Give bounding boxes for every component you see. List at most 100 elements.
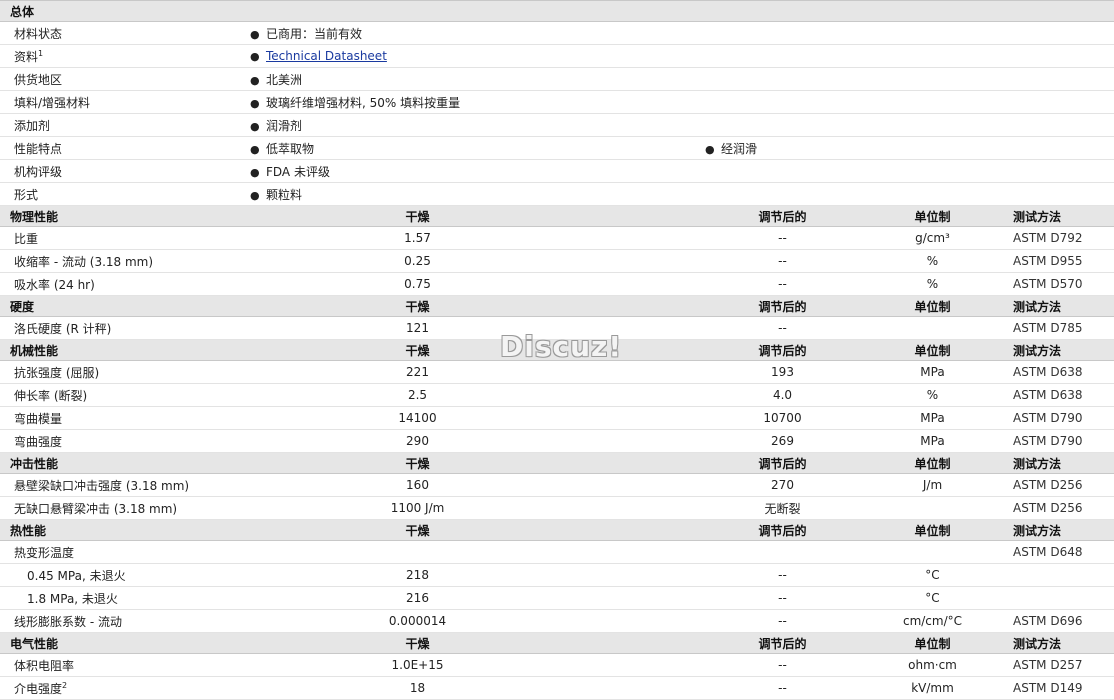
property-row: 热变形温度 ASTM D648 bbox=[0, 540, 1114, 564]
test-method: ASTM D790 bbox=[1005, 406, 1114, 430]
property-label-text: 性能特点 bbox=[14, 141, 63, 156]
conditioned-value: -- bbox=[705, 249, 860, 273]
dry-value: 0.000014 bbox=[250, 609, 585, 633]
property-label: 无缺口悬臂梁冲击 (3.18 mm) bbox=[0, 496, 250, 520]
test-method: ASTM D638 bbox=[1005, 383, 1114, 407]
property-label-text: 形式 bbox=[14, 187, 39, 202]
property-label: 弯曲强度 bbox=[0, 429, 250, 453]
property-value-text: 润滑剂 bbox=[266, 118, 303, 133]
test-method: ASTM D955 bbox=[1005, 249, 1114, 273]
unit-value: kV/mm bbox=[860, 676, 1005, 700]
column-header-conditioned: 调节后的 bbox=[705, 205, 860, 227]
general-row: 填料/增强材料 ● 玻璃纤维增强材料, 50% 填料按重量 bbox=[0, 90, 1114, 114]
column-header-conditioned: 调节后的 bbox=[705, 519, 860, 541]
dry-value: 0.75 bbox=[250, 272, 585, 296]
dry-value: 0.25 bbox=[250, 249, 585, 273]
property-row: 抗张强度 (屈服) 221 193 MPa ASTM D638 bbox=[0, 360, 1114, 384]
general-row: 材料状态 ● 已商用：当前有效 bbox=[0, 21, 1114, 45]
property-label-text: 材料状态 bbox=[14, 26, 63, 41]
test-method: ASTM D792 bbox=[1005, 226, 1114, 250]
spacer bbox=[585, 429, 705, 453]
bullet-icon: ● bbox=[250, 27, 260, 41]
spacer bbox=[585, 496, 705, 520]
column-header-conditioned: 调节后的 bbox=[705, 295, 860, 317]
section-header: 热性能 干燥 调节后的 单位制 测试方法 bbox=[0, 519, 1114, 541]
property-value: ● 玻璃纤维增强材料, 50% 填料按重量 bbox=[250, 90, 1114, 114]
unit-value: °C bbox=[860, 563, 1005, 587]
property-label: 比重 bbox=[0, 226, 250, 250]
unit-value: MPa bbox=[860, 360, 1005, 384]
technical-datasheet-link[interactable]: Technical Datasheet bbox=[266, 49, 387, 63]
unit-value: MPa bbox=[860, 406, 1005, 430]
column-header-method: 测试方法 bbox=[1005, 205, 1114, 227]
spacer bbox=[585, 676, 705, 700]
property-label-text: 收缩率 - 流动 (3.18 mm) bbox=[14, 254, 154, 269]
test-method: ASTM D696 bbox=[1005, 609, 1114, 633]
section-header-general: 总体 bbox=[0, 0, 1114, 22]
footnote-marker[interactable]: 1 bbox=[38, 49, 43, 58]
conditioned-value: 4.0 bbox=[705, 383, 860, 407]
dry-value bbox=[250, 540, 585, 564]
unit-value: % bbox=[860, 383, 1005, 407]
dry-value: 160 bbox=[250, 473, 585, 497]
property-label: 形式 bbox=[0, 182, 250, 206]
property-label: 抗张强度 (屈服) bbox=[0, 360, 250, 384]
property-row: 1.8 MPa, 未退火 216 -- °C bbox=[0, 586, 1114, 610]
general-row: 供货地区 ● 北美洲 bbox=[0, 67, 1114, 91]
unit-value: MPa bbox=[860, 429, 1005, 453]
section-title: 热性能 bbox=[0, 519, 250, 541]
property-row: 弯曲强度 290 269 MPa ASTM D790 bbox=[0, 429, 1114, 453]
property-label: 弯曲模量 bbox=[0, 406, 250, 430]
spacer bbox=[585, 586, 705, 610]
property-row: 悬壁梁缺口冲击强度 (3.18 mm) 160 270 J/m ASTM D256 bbox=[0, 473, 1114, 497]
property-label-text: 资料 bbox=[14, 49, 39, 64]
property-label-text: 悬壁梁缺口冲击强度 (3.18 mm) bbox=[14, 478, 190, 493]
property-label: 线形膨胀系数 - 流动 bbox=[0, 609, 250, 633]
property-label-text: 热变形温度 bbox=[14, 545, 75, 560]
property-label-text: 1.8 MPa, 未退火 bbox=[27, 591, 118, 606]
section-title: 总体 bbox=[0, 0, 1114, 22]
conditioned-value: 193 bbox=[705, 360, 860, 384]
column-header-method: 测试方法 bbox=[1005, 295, 1114, 317]
property-value-text: 已商用：当前有效 bbox=[266, 26, 363, 41]
column-header-conditioned: 调节后的 bbox=[705, 452, 860, 474]
section-header: 物理性能 干燥 调节后的 单位制 测试方法 bbox=[0, 205, 1114, 227]
property-value-text: 玻璃纤维增强材料, 50% 填料按重量 bbox=[266, 95, 461, 110]
column-header-dry: 干燥 bbox=[250, 632, 585, 654]
property-label-text: 弯曲强度 bbox=[14, 434, 63, 449]
unit-value: cm/cm/°C bbox=[860, 609, 1005, 633]
conditioned-value: -- bbox=[705, 676, 860, 700]
property-label: 0.45 MPa, 未退火 bbox=[0, 563, 250, 587]
property-value: ● 已商用：当前有效 bbox=[250, 21, 1114, 45]
unit-value: % bbox=[860, 272, 1005, 296]
dry-value: 2.5 bbox=[250, 383, 585, 407]
spacer bbox=[585, 653, 705, 677]
spacer bbox=[585, 339, 705, 361]
dry-value: 216 bbox=[250, 586, 585, 610]
spacer bbox=[585, 205, 705, 227]
property-label: 悬壁梁缺口冲击强度 (3.18 mm) bbox=[0, 473, 250, 497]
bullet-icon: ● bbox=[250, 188, 260, 202]
dry-value: 1.57 bbox=[250, 226, 585, 250]
bullet-icon: ● bbox=[250, 73, 260, 87]
test-method: ASTM D149 bbox=[1005, 676, 1114, 700]
property-label: 介电强度2 bbox=[0, 676, 250, 700]
property-row: 吸水率 (24 hr) 0.75 --% ASTM D570 bbox=[0, 272, 1114, 296]
spacer bbox=[585, 383, 705, 407]
unit-value: °C bbox=[860, 586, 1005, 610]
general-row: 形式 ● 颗粒料 bbox=[0, 182, 1114, 206]
test-method: ASTM D256 bbox=[1005, 496, 1114, 520]
section-title: 硬度 bbox=[0, 295, 250, 317]
footnote-marker[interactable]: 2 bbox=[62, 681, 67, 690]
general-row: 资料1 ● Technical Datasheet bbox=[0, 44, 1114, 68]
section-header: 电气性能 干燥 调节后的 单位制 测试方法 bbox=[0, 632, 1114, 654]
general-row: 机构评级 ● FDA 未评级 bbox=[0, 159, 1114, 183]
column-header-unit: 单位制 bbox=[860, 205, 1005, 227]
conditioned-value: -- bbox=[705, 586, 860, 610]
column-header-dry: 干燥 bbox=[250, 519, 585, 541]
property-row: 0.45 MPa, 未退火 218 -- °C bbox=[0, 563, 1114, 587]
conditioned-value: 269 bbox=[705, 429, 860, 453]
property-label: 收缩率 - 流动 (3.18 mm) bbox=[0, 249, 250, 273]
property-label-text: 吸水率 (24 hr) bbox=[14, 277, 95, 292]
dry-value: 218 bbox=[250, 563, 585, 587]
